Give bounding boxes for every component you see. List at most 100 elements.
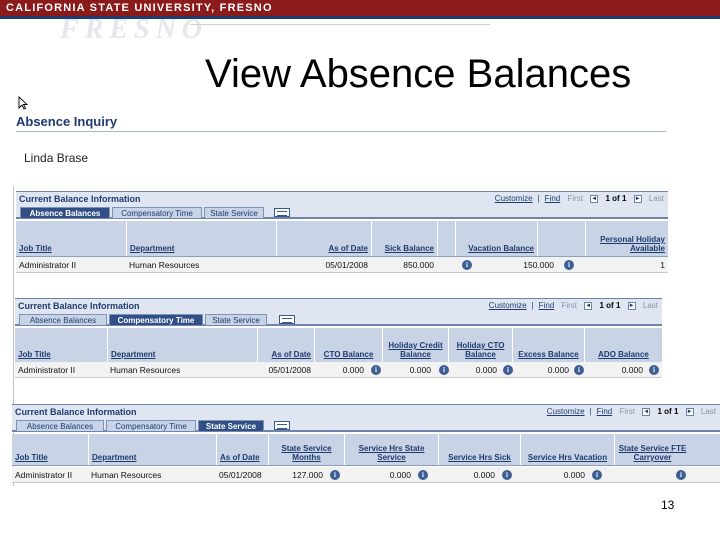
- banner-text: CALIFORNIA STATE UNIVERSITY, FRESNO: [6, 2, 273, 14]
- panel-title: Current Balance Information: [15, 407, 137, 417]
- find-link[interactable]: Find: [539, 301, 555, 310]
- cell-department: Human Resources: [110, 365, 181, 375]
- row-position: 1 of 1: [599, 301, 621, 310]
- col-state-service-months[interactable]: State Service Months: [268, 434, 344, 465]
- prev-arrow-icon[interactable]: ◄: [590, 194, 599, 203]
- cell-department: Human Resources: [91, 470, 162, 480]
- tab-state-service[interactable]: State Service: [198, 420, 264, 431]
- tab-state-service[interactable]: State Service: [204, 207, 264, 218]
- show-all-columns-icon[interactable]: [274, 421, 290, 430]
- cell-service-hrs-state-service: 0.000: [389, 470, 411, 480]
- employee-name: Linda Brase: [24, 151, 89, 165]
- tab-bar: Absence Balances Compensatory Time State…: [16, 206, 668, 219]
- info-icon[interactable]: i: [462, 260, 472, 270]
- info-icon[interactable]: i: [371, 365, 381, 375]
- info-icon[interactable]: i: [574, 365, 584, 375]
- col-holiday-credit-balance[interactable]: Holiday Credit Balance: [382, 328, 448, 362]
- grid-navigation: Customize | Find First ◄ 1 of 1 ► Last: [488, 301, 658, 310]
- cell-service-hrs-vacation: 0.000: [563, 470, 585, 480]
- col-department[interactable]: Department: [88, 434, 216, 465]
- col-service-hrs-sick[interactable]: Service Hrs Sick: [438, 434, 520, 465]
- col-as-of-date[interactable]: As of Date: [276, 221, 371, 256]
- absence-balances-panel: Current Balance Information Customize | Fi…: [16, 191, 668, 273]
- tab-compensatory-time[interactable]: Compensatory Time: [112, 207, 202, 218]
- cell-personal-holiday: 1: [660, 260, 665, 270]
- customize-link[interactable]: Customize: [489, 301, 527, 310]
- state-service-panel: Current Balance Information Customize | Fi…: [12, 404, 720, 486]
- show-all-columns-icon[interactable]: [279, 315, 295, 324]
- tab-absence-balances[interactable]: Absence Balances: [16, 420, 104, 431]
- customize-link[interactable]: Customize: [547, 407, 585, 416]
- tab-absence-balances[interactable]: Absence Balances: [20, 207, 110, 218]
- tab-compensatory-time[interactable]: Compensatory Time: [109, 314, 203, 325]
- cell-vacation-balance: 150.000: [523, 260, 554, 270]
- table-row: Administrator II Human Resources 05/01/2…: [15, 362, 662, 378]
- prev-arrow-icon[interactable]: ◄: [642, 407, 651, 416]
- cell-service-hrs-sick: 0.000: [473, 470, 495, 480]
- row-position: 1 of 1: [657, 407, 679, 416]
- cell-as-of-date: 05/01/2008: [219, 470, 262, 480]
- col-ado-balance[interactable]: ADO Balance: [584, 328, 662, 362]
- col-holiday-cto-balance[interactable]: Holiday CTO Balance: [448, 328, 512, 362]
- cell-holiday-credit-balance: 0.000: [409, 365, 431, 375]
- cell-holiday-cto-balance: 0.000: [475, 365, 497, 375]
- first-link[interactable]: First: [561, 301, 577, 310]
- col-service-hrs-state-service[interactable]: Service Hrs State Service: [344, 434, 438, 465]
- next-arrow-icon[interactable]: ►: [627, 301, 636, 310]
- cell-as-of-date: 05/01/2008: [325, 260, 368, 270]
- prev-arrow-icon[interactable]: ◄: [584, 301, 593, 310]
- cell-as-of-date: 05/01/2008: [268, 365, 311, 375]
- info-icon[interactable]: i: [418, 470, 428, 480]
- panel-header: Current Balance Information Customize | Fi…: [16, 191, 668, 206]
- info-icon[interactable]: i: [592, 470, 602, 480]
- col-job-title[interactable]: Job Title: [15, 328, 107, 362]
- panel-title: Current Balance Information: [18, 301, 140, 311]
- panel-header: Current Balance Information Customize | Fi…: [15, 298, 662, 313]
- col-department[interactable]: Department: [126, 221, 276, 256]
- page-number: 13: [661, 498, 675, 512]
- table-header: Job Title Department As of Date Sick Bal…: [16, 221, 668, 257]
- last-link[interactable]: Last: [643, 301, 658, 310]
- customize-link[interactable]: Customize: [495, 194, 533, 203]
- col-personal-holiday[interactable]: Personal Holiday Available: [585, 221, 668, 256]
- tab-compensatory-time[interactable]: Compensatory Time: [106, 420, 196, 431]
- col-vacation-balance[interactable]: Vacation Balance: [455, 221, 537, 256]
- first-link[interactable]: First: [567, 194, 583, 203]
- grid-navigation: Customize | Find First ◄ 1 of 1 ► Last: [494, 194, 664, 203]
- info-icon[interactable]: i: [676, 470, 686, 480]
- title-rule: [16, 131, 666, 132]
- cell-sick-balance: 850.000: [403, 260, 434, 270]
- col-vacation-info: [537, 221, 585, 256]
- tab-state-service[interactable]: State Service: [205, 314, 267, 325]
- row-position: 1 of 1: [605, 194, 627, 203]
- last-link[interactable]: Last: [649, 194, 664, 203]
- show-all-columns-icon[interactable]: [274, 208, 290, 217]
- col-fte-carryover[interactable]: State Service FTE Carryover: [614, 434, 690, 465]
- find-link[interactable]: Find: [597, 407, 613, 416]
- tab-absence-balances[interactable]: Absence Balances: [19, 314, 107, 325]
- info-icon[interactable]: i: [330, 470, 340, 480]
- col-sick-balance[interactable]: Sick Balance: [371, 221, 437, 256]
- cell-cto-balance: 0.000: [342, 365, 364, 375]
- col-excess-balance[interactable]: Excess Balance: [512, 328, 584, 362]
- info-icon[interactable]: i: [564, 260, 574, 270]
- col-service-hrs-vacation[interactable]: Service Hrs Vacation: [520, 434, 614, 465]
- absence-inquiry-title: Absence Inquiry: [16, 114, 118, 129]
- next-arrow-icon[interactable]: ►: [685, 407, 694, 416]
- col-job-title[interactable]: Job Title: [12, 434, 88, 465]
- find-link[interactable]: Find: [545, 194, 561, 203]
- col-sick-info: [437, 221, 455, 256]
- col-as-of-date[interactable]: As of Date: [257, 328, 314, 362]
- col-as-of-date[interactable]: As of Date: [216, 434, 268, 465]
- info-icon[interactable]: i: [649, 365, 659, 375]
- first-link[interactable]: First: [619, 407, 635, 416]
- col-cto-balance[interactable]: CTO Balance: [314, 328, 382, 362]
- cell-excess-balance: 0.000: [547, 365, 569, 375]
- info-icon[interactable]: i: [502, 470, 512, 480]
- cell-job-title: Administrator II: [18, 365, 76, 375]
- next-arrow-icon[interactable]: ►: [633, 194, 642, 203]
- cell-job-title: Administrator II: [19, 260, 77, 270]
- col-job-title[interactable]: Job Title: [16, 221, 126, 256]
- last-link[interactable]: Last: [701, 407, 716, 416]
- col-department[interactable]: Department: [107, 328, 257, 362]
